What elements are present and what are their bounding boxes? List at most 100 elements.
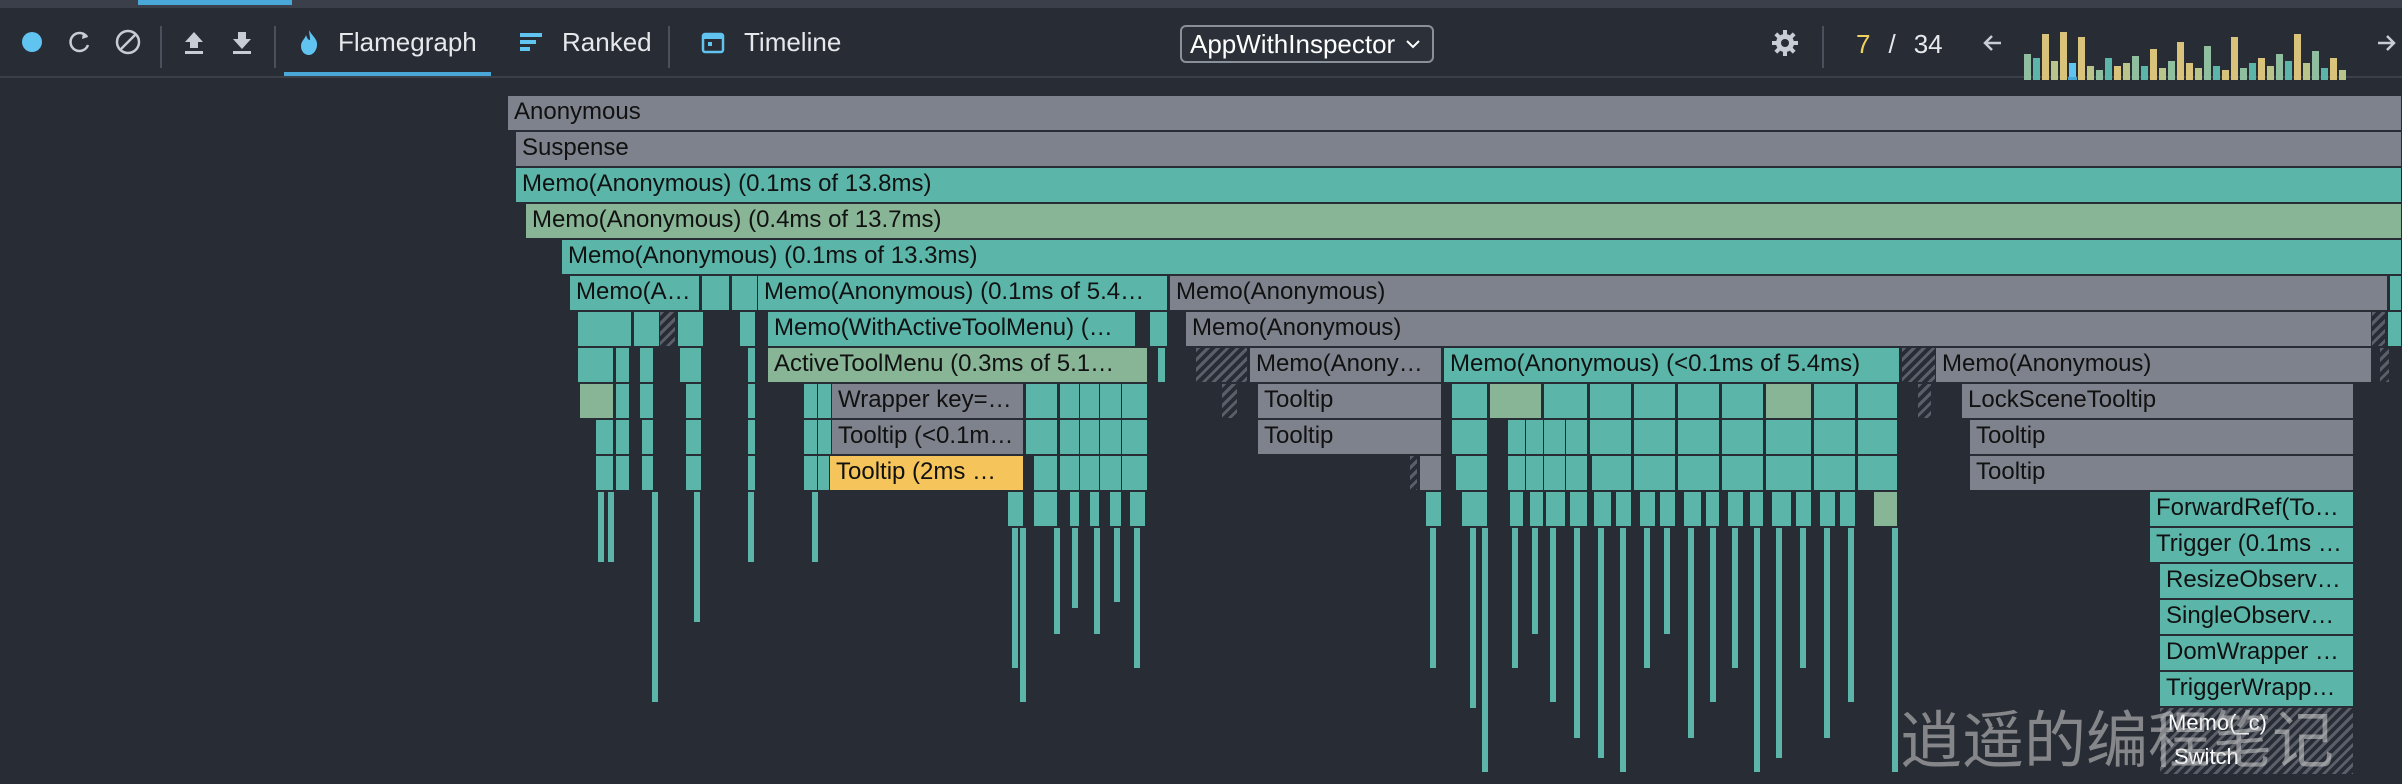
flame-node[interactable] [1858,384,1898,418]
flame-node[interactable] [1664,528,1670,634]
flame-node[interactable] [1732,528,1738,668]
commit-bar[interactable] [2033,58,2040,80]
flame-node[interactable] [596,456,614,490]
tab-flamegraph[interactable]: Flamegraph [284,8,491,76]
flame-node[interactable] [1122,456,1148,490]
flame-node[interactable] [1728,492,1744,526]
commit-bar[interactable] [2294,34,2301,80]
flame-node[interactable]: Memo(Anonymous) (0.1ms of 13.3ms) [562,240,2402,274]
flame-node[interactable] [1544,456,1566,490]
flame-node[interactable] [1060,456,1080,490]
flame-node[interactable]: Memo(Anonymous) [1936,348,2372,382]
commit-bar[interactable] [2213,66,2220,80]
flame-node[interactable] [1750,492,1764,526]
flame-node[interactable] [1592,456,1632,490]
flame-node[interactable] [1796,492,1812,526]
flame-node[interactable]: Anonymous [508,96,2402,130]
flame-node[interactable] [1634,420,1676,454]
flame-node[interactable] [1134,528,1140,668]
flame-node[interactable] [1544,420,1566,454]
flame-node[interactable] [1550,528,1556,702]
flame-node[interactable] [1814,420,1856,454]
commit-bar[interactable] [2177,42,2184,80]
tab-timeline[interactable]: Timeline [694,8,847,76]
flame-node[interactable] [1080,456,1100,490]
record-button[interactable] [16,26,48,58]
flame-node[interactable] [1456,456,1488,490]
flame-node[interactable] [1122,384,1148,418]
flame-node[interactable] [2388,312,2402,346]
flame-node[interactable]: DomWrapper … [2160,636,2354,670]
flame-node[interactable] [1150,312,1168,346]
flame-node[interactable]: ActiveToolMenu (0.3ms of 5.1… [768,348,1148,382]
commit-bar[interactable] [2267,66,2274,80]
flame-node[interactable] [1874,492,1898,526]
commit-bar[interactable] [2240,68,2247,80]
flame-node[interactable]: Memo(A… [570,276,700,310]
flame-node[interactable] [1616,492,1632,526]
flame-node[interactable] [642,420,654,454]
flame-node[interactable] [804,420,818,454]
flame-node[interactable] [1892,528,1898,772]
commit-bar[interactable] [2186,63,2193,80]
flame-node[interactable]: SingleObserv… [2160,600,2354,634]
flame-node[interactable] [1100,420,1122,454]
flame-node[interactable] [1452,420,1488,454]
flame-node[interactable] [686,420,702,454]
flame-node[interactable] [818,456,830,490]
tab-ranked[interactable]: Ranked [512,8,658,76]
flame-node[interactable]: Trigger (0.1ms … [2150,528,2354,562]
flame-node[interactable] [1054,528,1060,634]
flame-node[interactable] [1090,492,1100,526]
flame-node[interactable] [1574,528,1580,738]
flame-node[interactable] [1594,492,1612,526]
settings-button[interactable] [1768,26,1802,60]
flame-node[interactable] [1820,492,1836,526]
flame-node[interactable] [818,420,832,454]
flame-node[interactable] [608,492,614,562]
flame-node[interactable] [748,384,756,418]
commit-bar[interactable] [2339,70,2346,80]
commit-bar[interactable] [2114,66,2121,80]
commit-bar[interactable] [2024,54,2031,80]
flame-node[interactable] [702,276,730,310]
flame-node[interactable] [1598,528,1604,758]
flame-node[interactable]: Tooltip (<0.1m… [832,420,1024,454]
flame-node[interactable] [1800,528,1806,668]
commit-bar[interactable] [2078,37,2085,80]
flame-node[interactable] [1094,528,1100,634]
flame-node[interactable] [1426,492,1442,526]
commit-bar[interactable] [2168,61,2175,80]
commit-bar[interactable] [2222,70,2229,80]
commit-bar[interactable] [2204,46,2211,80]
flame-node[interactable] [1526,456,1544,490]
save-profile-button[interactable] [226,26,258,58]
flame-node[interactable] [1512,528,1518,668]
commit-bar[interactable] [2051,61,2058,80]
commit-bar[interactable] [2231,37,2238,80]
flame-node[interactable] [2390,276,2402,310]
flame-node[interactable]: Wrapper key=… [832,384,1024,418]
flame-node[interactable] [1840,492,1856,526]
flame-node[interactable] [804,456,818,490]
previous-commit-button[interactable] [1976,26,2010,60]
flame-node[interactable] [1060,420,1080,454]
clear-profile-button[interactable] [112,26,144,58]
flame-node[interactable] [1858,456,1898,490]
commit-snapshot-selector[interactable] [2024,26,2356,80]
flame-node[interactable] [1026,384,1058,418]
flame-node[interactable] [678,312,704,346]
flame-node[interactable] [1684,492,1702,526]
flame-node[interactable] [1710,528,1716,702]
flame-node[interactable] [1766,384,1812,418]
load-profile-button[interactable] [178,26,210,58]
flame-node[interactable] [1158,348,1166,382]
flame-node[interactable]: ResizeObserv… [2160,564,2354,598]
commit-bar[interactable] [2330,58,2337,80]
flame-node[interactable] [1490,384,1542,418]
flame-node[interactable] [1080,420,1100,454]
flame-node[interactable] [1508,456,1526,490]
flame-node[interactable] [1590,384,1632,418]
flame-node[interactable] [1526,420,1544,454]
next-commit-button[interactable] [2370,26,2402,60]
